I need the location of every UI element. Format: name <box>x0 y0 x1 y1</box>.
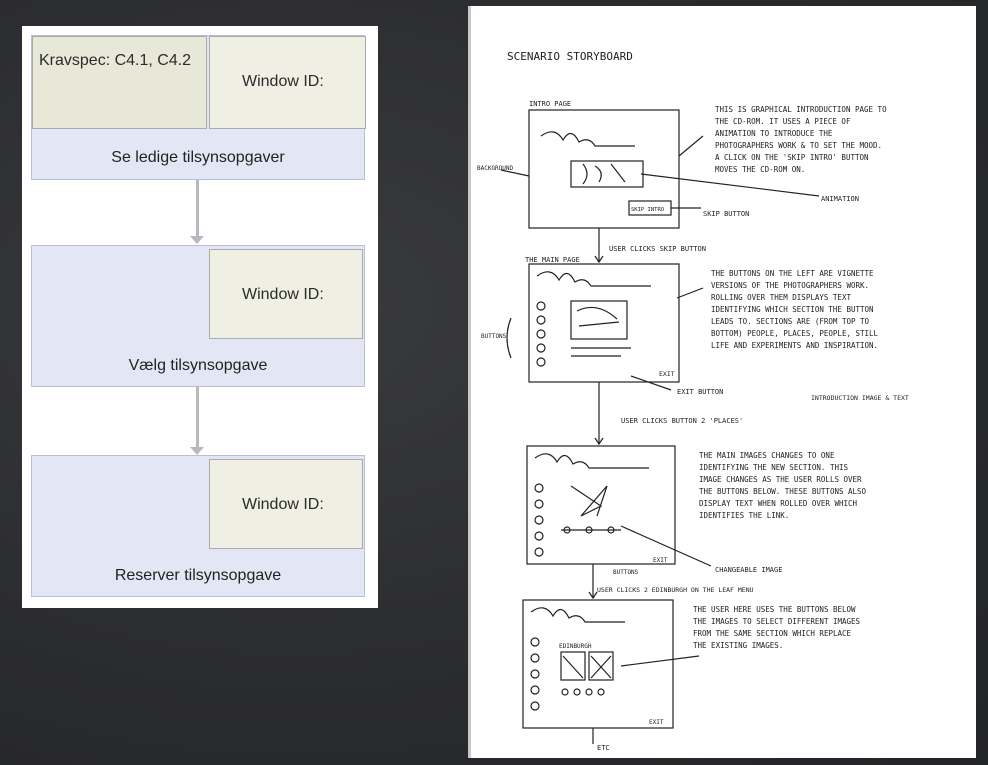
note-line: IDENTIFYING WHICH SECTION THE BUTTON <box>711 305 874 314</box>
frame2-label: THE MAIN PAGE <box>525 256 580 264</box>
background-note: BACKGROUND <box>477 165 514 172</box>
spec-cell: Kravspec: C4.1, C4.2 <box>32 36 207 129</box>
note-line: ROLLING OVER THEM DISPLAYS TEXT <box>711 293 851 302</box>
note-line: LEADS TO. SECTIONS ARE (FROM TOP TO <box>711 317 870 326</box>
frame4-exit: EXIT <box>649 719 664 726</box>
note-line: VERSIONS OF THE PHOTOGRAPHERS WORK. <box>711 281 869 290</box>
scenario-storyboard: SCENARIO STORYBOARD INTRO PAGE SKIP INTR… <box>468 6 976 758</box>
flow-box-vaelg: Window ID: Vælg tilsynsopgave <box>31 245 365 387</box>
flow-arrow-2 <box>196 387 199 447</box>
bottom-label: ETC <box>597 744 610 752</box>
note-line: MOVES THE CD-ROM ON. <box>715 165 805 174</box>
storyboard-title: SCENARIO STORYBOARD <box>507 50 633 63</box>
flow-box-se-ledige: Kravspec: C4.1, C4.2 Window ID: Se ledig… <box>31 35 366 180</box>
window-id-label: Window ID: <box>242 286 324 303</box>
frame1-note: THIS IS GRAPHICAL INTRODUCTION PAGE TO TH… <box>715 105 887 174</box>
note-line: THE CD-ROM. IT USES A PIECE OF <box>715 117 851 126</box>
note-line: THE BUTTONS ON THE LEFT ARE VIGNETTE <box>711 269 874 278</box>
skip-label: SKIP INTRO <box>631 207 664 213</box>
frame4-note: THE USER HERE USES THE BUTTONS BELOW THE … <box>693 605 861 650</box>
flow-arrow-head-1 <box>190 236 204 244</box>
note-line: A CLICK ON THE 'SKIP INTRO' BUTTON <box>715 153 869 162</box>
box-title: Reserver tilsynsopgave <box>114 567 282 584</box>
note-line: IDENTIFIES THE LINK. <box>699 511 789 520</box>
box-title: Se ledige tilsynsopgaver <box>111 149 285 166</box>
note-line: BOTTOM) PEOPLE, PLACES, PEOPLE, STILL <box>711 329 879 338</box>
frame3-action: USER CLICKS 2 EDINBURGH ON THE LEAF MENU <box>597 586 754 594</box>
note-line: IDENTIFYING THE NEW SECTION. THIS <box>699 463 848 472</box>
buttons-note: BUTTONS <box>481 333 507 340</box>
note-line: IMAGE CHANGES AS THE USER ROLLS OVER <box>699 475 862 484</box>
flow-diagram: Kravspec: C4.1, C4.2 Window ID: Se ledig… <box>22 26 378 608</box>
window-id-cell: Window ID: <box>209 36 366 129</box>
frame1-action: USER CLICKS SKIP BUTTON <box>609 245 706 253</box>
frame3-note: THE MAIN IMAGES CHANGES TO ONE IDENTIFYIN… <box>699 451 867 520</box>
note-line: THE EXISTING IMAGES. <box>693 641 783 650</box>
exit-button-note: EXIT BUTTON <box>677 388 723 396</box>
window-id-label: Window ID: <box>242 73 324 90</box>
exit-label: EXIT <box>659 370 675 378</box>
animation-box <box>570 160 644 188</box>
flow-box-reserver: Window ID: Reserver tilsynsopgave <box>31 455 365 597</box>
frame2-action: USER CLICKS BUTTON 2 'PLACES' <box>621 417 743 425</box>
note-line: THE USER HERE USES THE BUTTONS BELOW <box>693 605 856 614</box>
frame3-exit: EXIT <box>653 557 668 564</box>
frame1-label: INTRO PAGE <box>529 100 571 108</box>
spec-text: Kravspec: C4.1, C4.2 <box>39 52 192 69</box>
box-title: Vælg tilsynsopgave <box>128 357 268 374</box>
note-line: THIS IS GRAPHICAL INTRODUCTION PAGE TO <box>715 105 887 114</box>
note-line: LIFE AND EXPERIMENTS AND INSPIRATION. <box>711 341 878 350</box>
window-id-label: Window ID: <box>242 496 324 513</box>
intro-note: INTRODUCTION IMAGE & TEXT <box>811 394 909 402</box>
note-line: THE BUTTONS BELOW. THESE BUTTONS ALSO <box>699 487 867 496</box>
storyboard-sketch: SCENARIO STORYBOARD INTRO PAGE SKIP INTR… <box>477 50 909 752</box>
window-id-cell: Window ID: <box>209 249 363 339</box>
window-id-cell: Window ID: <box>209 459 363 549</box>
logo-scribble <box>540 131 635 147</box>
frame2-note: THE BUTTONS ON THE LEFT ARE VIGNETTE VERS… <box>711 269 879 350</box>
flow-arrow-head-2 <box>190 447 204 455</box>
flow-arrow-1 <box>196 180 199 236</box>
skip-button-note: SKIP BUTTON <box>703 210 749 218</box>
note-line: FROM THE SAME SECTION WHICH REPLACE <box>693 629 852 638</box>
changeable-note: CHANGEABLE IMAGE <box>715 566 782 574</box>
frame3-buttons: BUTTONS <box>613 569 639 576</box>
note-line: THE IMAGES TO SELECT DIFFERENT IMAGES <box>693 617 861 626</box>
note-line: PHOTOGRAPHERS WORK & TO SET THE MOOD. <box>715 141 882 150</box>
note-line: THE MAIN IMAGES CHANGES TO ONE <box>699 451 835 460</box>
note-line: DISPLAY TEXT WHEN ROLLED OVER WHICH <box>699 499 858 508</box>
edinburgh-label: EDINBURGH <box>559 643 592 650</box>
note-line: ANIMATION TO INTRODUCE THE <box>715 129 833 138</box>
animation-note: ANIMATION <box>821 195 859 203</box>
